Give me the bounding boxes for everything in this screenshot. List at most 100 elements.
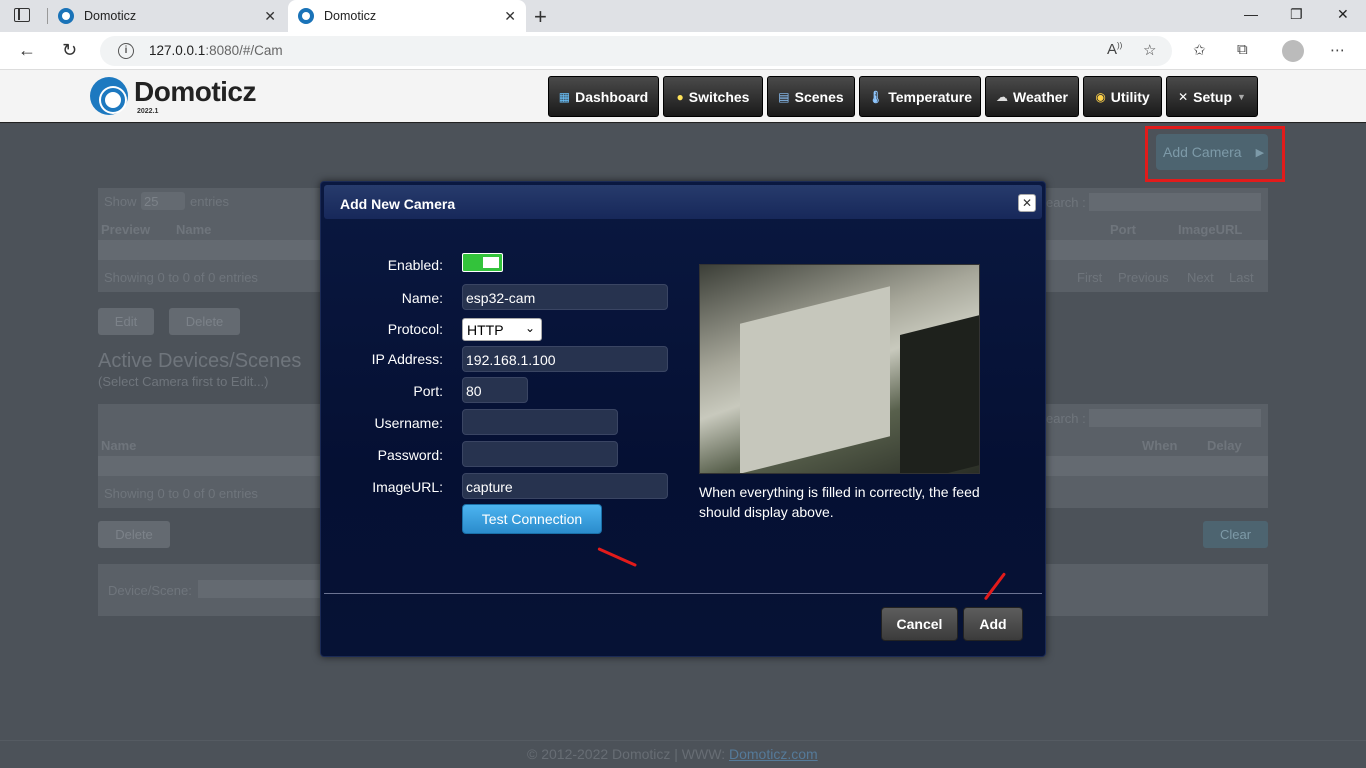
pager-first[interactable]: First (1077, 270, 1102, 285)
more-icon[interactable]: ⋯ (1330, 41, 1345, 59)
pager-next[interactable]: Next (1187, 270, 1214, 285)
dialog-close-icon[interactable]: ✕ (1018, 194, 1036, 212)
nav-label: Dashboard (575, 88, 649, 105)
nav-dashboard[interactable]: ▦ Dashboard (548, 76, 659, 117)
edit-button[interactable]: Edit (98, 308, 154, 335)
profile-avatar[interactable] (1282, 40, 1304, 62)
imageurl-input[interactable]: capture (462, 473, 668, 499)
protocol-value: HTTP (467, 322, 504, 338)
dialog-titlebar[interactable]: Add New Camera ✕ (324, 185, 1042, 219)
enabled-label: Enabled: (387, 257, 443, 273)
enabled-toggle[interactable] (462, 253, 503, 272)
info-icon[interactable]: i (118, 43, 134, 59)
tools-icon: ✕ (1178, 89, 1189, 104)
new-tab-icon[interactable]: + (534, 4, 547, 30)
tab-close-icon[interactable]: ✕ (504, 8, 516, 25)
footer-link[interactable]: Domoticz.com (729, 746, 818, 762)
thermometer-icon: 🌡 (867, 89, 884, 104)
nav-switches[interactable]: ● Switches (663, 76, 763, 117)
search-input[interactable] (1089, 193, 1261, 211)
imageurl-label: ImageURL: (372, 479, 443, 495)
pager-previous[interactable]: Previous (1118, 270, 1169, 285)
logo-version: 2022.1 (137, 108, 159, 115)
col-delay[interactable]: Delay (1207, 438, 1242, 453)
chevron-down-icon: ⌄ (524, 321, 535, 335)
favorites-icon[interactable]: ✩ (1193, 41, 1206, 59)
col-preview[interactable]: Preview (101, 222, 150, 237)
delete-device-button[interactable]: Delete (98, 521, 170, 548)
clear-button[interactable]: Clear (1203, 521, 1268, 548)
nav-label: Scenes (794, 88, 844, 105)
nav-label: Setup (1193, 88, 1233, 105)
cloud-icon: ☁ (996, 89, 1008, 104)
device-scene-select[interactable] (198, 580, 328, 598)
app-header: Domoticz 2022.1 ▦ Dashboard ● Switches ▤ Sc… (0, 70, 1366, 123)
url-text[interactable]: 127.0.0.1:8080/#/Cam (149, 43, 283, 58)
port-label: Port: (413, 383, 443, 399)
name-input[interactable]: esp32-cam (462, 284, 668, 310)
nav-label: Weather (1013, 88, 1068, 105)
domoticz-logo-icon (90, 77, 128, 115)
url-host: 127.0.0.1 (149, 43, 206, 58)
col-device-name[interactable]: Name (101, 438, 136, 453)
nav-setup[interactable]: ✕ Setup ▼ (1166, 76, 1258, 117)
browser-tab-active[interactable]: Domoticz ✕ (288, 0, 526, 32)
tab-title: Domoticz (84, 9, 137, 23)
show-label: Show (104, 194, 137, 209)
browser-addressbar: ← ↻ i 127.0.0.1:8080/#/Cam A)) ☆ ✩ ⧉ ⋯ (0, 32, 1366, 70)
dialog-title: Add New Camera (340, 196, 456, 212)
window-close-icon[interactable]: ✕ (1337, 6, 1349, 23)
username-input[interactable] (462, 409, 618, 435)
tab-close-icon[interactable]: ✕ (264, 8, 276, 25)
refresh-icon[interactable]: ↻ (62, 40, 77, 61)
read-aloud-icon[interactable]: A)) (1107, 41, 1122, 58)
footer: © 2012-2022 Domoticz | WWW: Domoticz.com (527, 746, 818, 762)
page-size-select[interactable]: 25 (141, 192, 185, 210)
dashboard-icon: ▦ (558, 89, 571, 104)
add-favorite-icon[interactable]: ☆ (1143, 41, 1156, 59)
url-path: :8080/#/Cam (205, 43, 283, 58)
cancel-button[interactable]: Cancel (881, 607, 958, 641)
port-input[interactable]: 80 (462, 377, 528, 403)
protocol-select[interactable]: HTTP ⌄ (462, 318, 542, 341)
back-icon[interactable]: ← (18, 40, 36, 61)
nav-weather[interactable]: ☁ Weather (985, 76, 1079, 117)
browser-tab[interactable]: Domoticz ✕ (48, 0, 286, 32)
collections-icon[interactable]: ⧉ (1237, 41, 1248, 58)
nav-scenes[interactable]: ▤ Scenes (767, 76, 855, 117)
tab-actions-icon[interactable] (14, 8, 30, 22)
add-label: Add (979, 616, 1007, 632)
footer-divider (0, 740, 1366, 741)
minimize-icon[interactable]: — (1244, 6, 1258, 22)
nav-utility[interactable]: ◉ Utility (1083, 76, 1162, 117)
pager-last[interactable]: Last (1229, 270, 1254, 285)
domoticz-favicon-icon (58, 8, 74, 24)
nav-temperature[interactable]: 🌡 Temperature (859, 76, 981, 117)
name-label: Name: (401, 290, 443, 306)
clear-label: Clear (1219, 527, 1252, 542)
col-when[interactable]: When (1142, 438, 1177, 453)
showing-info-2: Showing 0 to 0 of 0 entries (104, 486, 258, 501)
test-connection-button[interactable]: Test Connection (462, 504, 602, 534)
password-input[interactable] (462, 441, 618, 467)
col-name[interactable]: Name (176, 222, 211, 237)
dialog-divider (324, 593, 1042, 594)
nav-label: Temperature (888, 88, 972, 105)
footer-text: © 2012-2022 Domoticz | WWW: (527, 746, 729, 762)
ip-address-input[interactable]: 192.168.1.100 (462, 346, 668, 372)
bulb-icon: ● (676, 89, 684, 104)
caret-down-icon: ▼ (1237, 91, 1246, 102)
feed-image-chip (900, 315, 979, 473)
delete-label: Delete (185, 314, 224, 329)
utility-icon: ◉ (1095, 89, 1106, 104)
restore-icon[interactable]: ❐ (1290, 6, 1303, 23)
test-connection-label: Test Connection (481, 511, 583, 527)
search-input-2[interactable] (1089, 409, 1261, 427)
add-button[interactable]: Add (963, 607, 1023, 641)
section-title: Active Devices/Scenes (98, 350, 302, 372)
nav-label: Utility (1110, 88, 1150, 105)
col-port[interactable]: Port (1110, 222, 1136, 237)
delete-button[interactable]: Delete (169, 308, 240, 335)
col-imageurl[interactable]: ImageURL (1178, 222, 1242, 237)
annotation-highlight-box (1145, 126, 1285, 182)
